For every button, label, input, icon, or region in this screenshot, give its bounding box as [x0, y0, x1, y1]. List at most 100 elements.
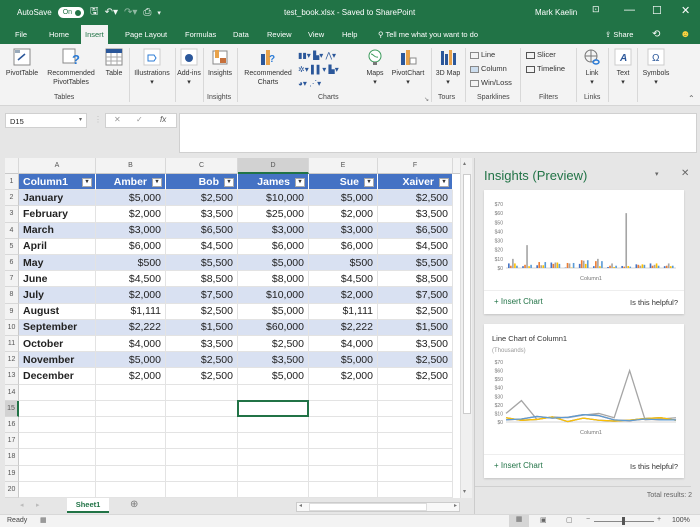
sparkline-line-button[interactable]: Line: [470, 48, 512, 62]
cell[interactable]: [238, 465, 309, 482]
row-header[interactable]: 16: [5, 417, 19, 434]
close-button[interactable]: ✕: [681, 4, 690, 17]
3d-map-button[interactable]: 3D Map ▾: [434, 48, 462, 87]
sheet-scroll-right-icon[interactable]: ▸: [36, 501, 40, 509]
table-cell[interactable]: $3,000: [238, 222, 309, 239]
table-cell[interactable]: $5,500: [378, 255, 453, 272]
table-cell[interactable]: August: [19, 303, 96, 320]
table-cell[interactable]: $2,000: [309, 287, 378, 304]
column-header-d[interactable]: D: [238, 158, 309, 174]
sheet-tab-sheet1[interactable]: Sheet1: [67, 498, 109, 513]
hierarchy-chart-icon[interactable]: ▙▾: [313, 51, 323, 60]
table-header-cell[interactable]: Bob ▾: [166, 174, 238, 191]
horizontal-scroll-thumb[interactable]: [309, 503, 427, 511]
table-button[interactable]: Table: [102, 48, 126, 78]
tab-formulas[interactable]: Formulas: [181, 25, 220, 44]
timeline-button[interactable]: Timeline: [526, 62, 565, 76]
table-cell[interactable]: $6,500: [166, 222, 238, 239]
zoom-level[interactable]: 100%: [672, 517, 690, 524]
splitter-handle[interactable]: ⋮: [94, 115, 102, 124]
table-header-cell[interactable]: James ▾: [238, 174, 309, 191]
tab-home[interactable]: Home: [45, 25, 73, 44]
cell[interactable]: [166, 449, 238, 466]
macro-record-icon[interactable]: ▦: [40, 516, 47, 524]
filter-dropdown-icon[interactable]: ▾: [364, 178, 374, 187]
filter-dropdown-icon[interactable]: ▾: [295, 178, 305, 187]
pie-chart-icon[interactable]: ◕▾: [298, 79, 307, 88]
table-cell[interactable]: October: [19, 336, 96, 353]
filter-dropdown-icon[interactable]: ▾: [82, 178, 92, 187]
row-header[interactable]: 5: [5, 238, 19, 255]
cell[interactable]: [19, 433, 96, 450]
is-this-helpful-link[interactable]: Is this helpful?: [630, 462, 678, 471]
insight-card-bar[interactable]: $0 $10 $20 $30 $40 $50 $60 $70 Column1 + Insert …: [484, 190, 684, 314]
maps-button[interactable]: Maps ▾: [363, 48, 387, 87]
cell[interactable]: [96, 384, 166, 401]
table-cell[interactable]: $6,000: [96, 238, 166, 255]
pivottable-button[interactable]: PivotTable: [5, 48, 39, 78]
cell[interactable]: [309, 433, 378, 450]
collapse-ribbon-icon[interactable]: ⌃: [688, 94, 695, 103]
cell[interactable]: [378, 433, 453, 450]
line-chart-icon[interactable]: ✲▾: [298, 65, 309, 74]
table-cell[interactable]: $7,500: [166, 287, 238, 304]
filter-dropdown-icon[interactable]: ▾: [439, 178, 449, 187]
table-cell[interactable]: $2,000: [96, 206, 166, 223]
scatter-chart-icon[interactable]: ⋰▾: [309, 79, 321, 88]
table-header-cell[interactable]: Column1 ▾: [19, 174, 96, 191]
table-cell[interactable]: $6,500: [378, 222, 453, 239]
sparkline-winloss-button[interactable]: Win/Loss: [470, 76, 512, 90]
column-chart-icon[interactable]: ▮▮▾: [298, 51, 311, 60]
table-header-cell[interactable]: Amber ▾: [96, 174, 166, 191]
cell[interactable]: [378, 481, 453, 498]
cell[interactable]: [96, 433, 166, 450]
table-cell[interactable]: $2,000: [96, 368, 166, 385]
table-cell[interactable]: $5,000: [96, 190, 166, 207]
row-header[interactable]: 8: [5, 287, 19, 304]
row-header[interactable]: 13: [5, 368, 19, 385]
tab-insert[interactable]: Insert: [81, 25, 108, 44]
table-cell[interactable]: September: [19, 319, 96, 336]
column-header-f[interactable]: F: [378, 158, 453, 174]
tab-file[interactable]: File: [11, 25, 31, 44]
filter-dropdown-icon[interactable]: ▾: [224, 178, 234, 187]
column-header-a[interactable]: A: [19, 158, 96, 174]
table-cell[interactable]: $3,000: [309, 222, 378, 239]
spreadsheet-grid[interactable]: A B C D E F 1 Column1 ▾ Amber ▾ Bob ▾ James ▾ Sue ▾ Xaive…: [5, 158, 460, 498]
cell[interactable]: [166, 465, 238, 482]
table-cell[interactable]: $500: [309, 255, 378, 272]
statistic-chart-icon[interactable]: ▌▌▾: [311, 65, 326, 74]
cell[interactable]: [19, 449, 96, 466]
tab-page-layout[interactable]: Page Layout: [121, 25, 171, 44]
table-cell[interactable]: May: [19, 255, 96, 272]
table-cell[interactable]: $8,000: [238, 271, 309, 288]
print-preview-icon[interactable]: ⎙: [143, 7, 151, 18]
normal-view-icon[interactable]: ▦: [509, 515, 529, 527]
cell[interactable]: [96, 449, 166, 466]
minimize-button[interactable]: —: [624, 4, 635, 16]
pane-options-icon[interactable]: ▾: [655, 170, 659, 178]
table-cell[interactable]: $4,500: [309, 271, 378, 288]
table-cell[interactable]: $1,111: [309, 303, 378, 320]
cell[interactable]: [309, 384, 378, 401]
cell[interactable]: [166, 481, 238, 498]
cell[interactable]: [19, 481, 96, 498]
selected-cell-d15[interactable]: [237, 399, 309, 417]
row-header[interactable]: 7: [5, 271, 19, 288]
combo-chart-icon[interactable]: ▙▾: [329, 65, 339, 74]
text-button[interactable]: A Text ▾: [612, 48, 634, 87]
cell[interactable]: [96, 417, 166, 434]
table-cell[interactable]: $25,000: [238, 206, 309, 223]
ribbon-display-icon[interactable]: ⊡: [592, 4, 600, 15]
scroll-right-icon[interactable]: ▸: [454, 502, 457, 509]
cell[interactable]: [309, 417, 378, 434]
table-cell[interactable]: $4,500: [166, 238, 238, 255]
cell[interactable]: [238, 449, 309, 466]
table-cell[interactable]: $3,500: [238, 352, 309, 369]
zoom-in-button[interactable]: +: [657, 516, 661, 523]
table-cell[interactable]: $5,000: [238, 255, 309, 272]
table-cell[interactable]: $6,000: [238, 238, 309, 255]
share-button[interactable]: ⇪ Share: [605, 25, 633, 44]
cell[interactable]: [238, 433, 309, 450]
user-name[interactable]: Mark Kaelin: [535, 8, 577, 17]
